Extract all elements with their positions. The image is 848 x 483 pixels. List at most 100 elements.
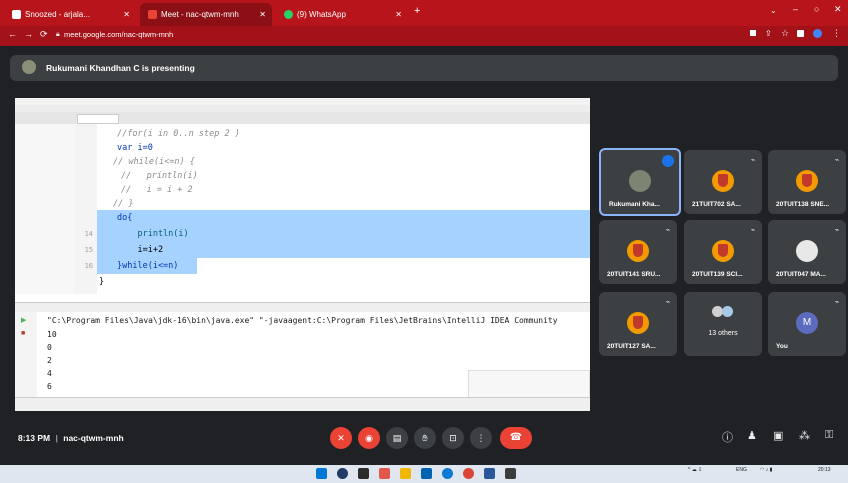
store-icon[interactable] bbox=[421, 468, 432, 479]
presenting-banner: Rukumani Khandhan C is presenting bbox=[10, 55, 838, 81]
participant-avatar bbox=[629, 170, 651, 192]
participant-name: 20TUIT047 MA... bbox=[776, 271, 826, 278]
participant-name: 20TUIT139 SCI... bbox=[692, 271, 743, 278]
tab-search-icon[interactable]: ⌄ bbox=[770, 6, 777, 15]
console-line: "C:\Program Files\Java\jdk-16\bin\java.e… bbox=[47, 316, 558, 325]
participant-tile[interactable]: ⌁ 20TUIT127 SA... bbox=[599, 292, 677, 356]
console-line: 4 bbox=[47, 369, 52, 378]
network-volume-icons[interactable]: ◠ ♪ ▮ bbox=[760, 467, 772, 473]
code-line-selected: do{ bbox=[97, 210, 590, 226]
mic-off-icon: ⌁ bbox=[750, 227, 755, 234]
url-text[interactable]: meet.google.com/nac-qtwm-mnh bbox=[64, 30, 173, 39]
maximize-icon[interactable]: ○ bbox=[814, 4, 819, 14]
ide-status-bar bbox=[15, 397, 590, 411]
host-controls-icon[interactable]: ⚿ bbox=[825, 429, 833, 442]
meeting-info-icon[interactable]: ⓘ bbox=[722, 429, 733, 445]
present-button[interactable]: ⊡ bbox=[442, 427, 464, 449]
bookmark-star-icon[interactable]: ☆ bbox=[781, 28, 789, 39]
forward-icon[interactable]: → bbox=[24, 29, 33, 39]
profile-avatar[interactable] bbox=[813, 29, 822, 38]
end-call-button[interactable]: ☎︎ bbox=[500, 427, 532, 449]
new-tab-icon[interactable]: + bbox=[414, 5, 420, 17]
self-avatar: M bbox=[796, 312, 818, 334]
mic-off-icon: ⌁ bbox=[665, 227, 670, 234]
participant-avatar bbox=[796, 240, 818, 262]
camera-toggle-button[interactable]: ◉ bbox=[358, 427, 380, 449]
tab-gmail[interactable]: Snoozed - arjala... ✕ bbox=[4, 3, 136, 26]
ide-notification bbox=[468, 370, 590, 398]
participant-tile[interactable]: ⌁ 20TUIT047 MA... bbox=[768, 220, 846, 284]
close-icon[interactable]: ✕ bbox=[259, 3, 266, 26]
console-line: 2 bbox=[47, 356, 52, 365]
participant-tile[interactable]: ⌁ 20TUIT138 SNE... bbox=[768, 150, 846, 214]
participant-avatar bbox=[627, 240, 649, 262]
minimize-icon[interactable]: – bbox=[793, 4, 798, 14]
participant-name: 20TUIT138 SNE... bbox=[776, 201, 830, 208]
rerun-icon[interactable]: ▶ bbox=[21, 316, 26, 324]
extension-icon[interactable] bbox=[797, 30, 804, 37]
code-line-selected: 16}while(i<=n) bbox=[85, 258, 197, 274]
word-icon[interactable] bbox=[484, 468, 495, 479]
mic-off-icon: ⌁ bbox=[834, 227, 839, 234]
close-window-icon[interactable]: ✕ bbox=[834, 4, 842, 15]
close-icon[interactable]: ✕ bbox=[123, 3, 130, 26]
self-tile[interactable]: ⌁ M You bbox=[768, 292, 846, 356]
code-line-selected: 15 i=i+2 bbox=[85, 242, 590, 258]
ide-toolbar bbox=[15, 105, 590, 112]
file-explorer-icon[interactable] bbox=[400, 468, 411, 479]
participant-tile[interactable]: ⌁ 20TUIT141 SRU... bbox=[599, 220, 677, 284]
close-icon[interactable]: ✕ bbox=[395, 3, 402, 26]
participant-avatar bbox=[796, 170, 818, 192]
participant-name: 20TUIT127 SA... bbox=[607, 343, 656, 350]
windows-start-icon[interactable] bbox=[316, 468, 327, 479]
participant-avatar bbox=[712, 170, 734, 192]
activities-icon[interactable]: ⁂ bbox=[799, 429, 810, 442]
raise-hand-button[interactable]: ✋︎ bbox=[414, 427, 436, 449]
more-options-button[interactable]: ⋮ bbox=[470, 427, 492, 449]
meeting-details: 8:13 PM | nac-qtwm-mnh bbox=[18, 433, 124, 443]
console-line: 10 bbox=[47, 330, 57, 339]
participant-tile[interactable]: Rukumani Kha... bbox=[599, 148, 681, 216]
stop-icon[interactable]: ■ bbox=[21, 330, 25, 337]
code-line-selected: 14 println(i) bbox=[85, 226, 590, 242]
chat-icon[interactable]: ▣ bbox=[773, 429, 783, 442]
participant-name: 20TUIT141 SRU... bbox=[607, 271, 661, 278]
meet-icon bbox=[148, 10, 157, 20]
terminal-icon[interactable] bbox=[505, 468, 516, 479]
captions-button[interactable]: ▤ bbox=[386, 427, 408, 449]
chrome-icon[interactable] bbox=[463, 468, 474, 479]
share-icon[interactable]: ⇪ bbox=[765, 29, 772, 38]
tab-meet[interactable]: Meet - nac-qtwm-mnh ✕ bbox=[140, 3, 272, 26]
task-view-icon[interactable] bbox=[358, 468, 369, 479]
others-count: 13 others bbox=[708, 330, 738, 337]
mic-off-icon: ⌁ bbox=[834, 299, 839, 306]
presenting-text: Rukumani Khandhan C is presenting bbox=[46, 63, 195, 73]
search-icon[interactable] bbox=[337, 468, 348, 479]
others-tile[interactable]: 13 others bbox=[684, 292, 762, 356]
whatsapp-icon bbox=[284, 10, 293, 20]
console-line: 0 bbox=[47, 343, 52, 352]
others-avatar bbox=[722, 306, 733, 317]
mic-toggle-button[interactable]: ✕ bbox=[330, 427, 352, 449]
lock-icon[interactable]: 🔒︎ bbox=[56, 31, 60, 39]
taskbar-clock[interactable]: 20:13 bbox=[818, 467, 831, 473]
participant-tile[interactable]: ⌁ 20TUIT139 SCI... bbox=[684, 220, 762, 284]
edge-icon[interactable] bbox=[442, 468, 453, 479]
ide-menu-bar bbox=[15, 98, 590, 105]
tab-bar: Snoozed - arjala... ✕ Meet - nac-qtwm-mnh… bbox=[0, 0, 848, 26]
reload-icon[interactable]: ⟳ bbox=[40, 29, 48, 40]
run-panel-toolbar: ▶ ■ bbox=[15, 312, 38, 397]
app-icon[interactable] bbox=[379, 468, 390, 479]
tab-whatsapp[interactable]: (9) WhatsApp ✕ bbox=[276, 3, 408, 26]
participant-avatar bbox=[627, 312, 649, 334]
back-icon[interactable]: ← bbox=[8, 29, 17, 39]
language-indicator[interactable]: ENG bbox=[736, 467, 747, 473]
participant-tile[interactable]: ⌁ 21TUIT702 SA... bbox=[684, 150, 762, 214]
mic-off-icon: ⌁ bbox=[834, 157, 839, 164]
system-tray-icons[interactable]: ^ ☁ ⇩ bbox=[688, 467, 702, 473]
people-icon[interactable]: ♟ bbox=[747, 429, 757, 442]
more-menu-icon[interactable]: ⋮ bbox=[832, 28, 841, 39]
meeting-time: 8:13 PM bbox=[18, 433, 51, 443]
camera-indicator-icon[interactable] bbox=[750, 30, 756, 36]
code-line: } bbox=[99, 277, 105, 287]
